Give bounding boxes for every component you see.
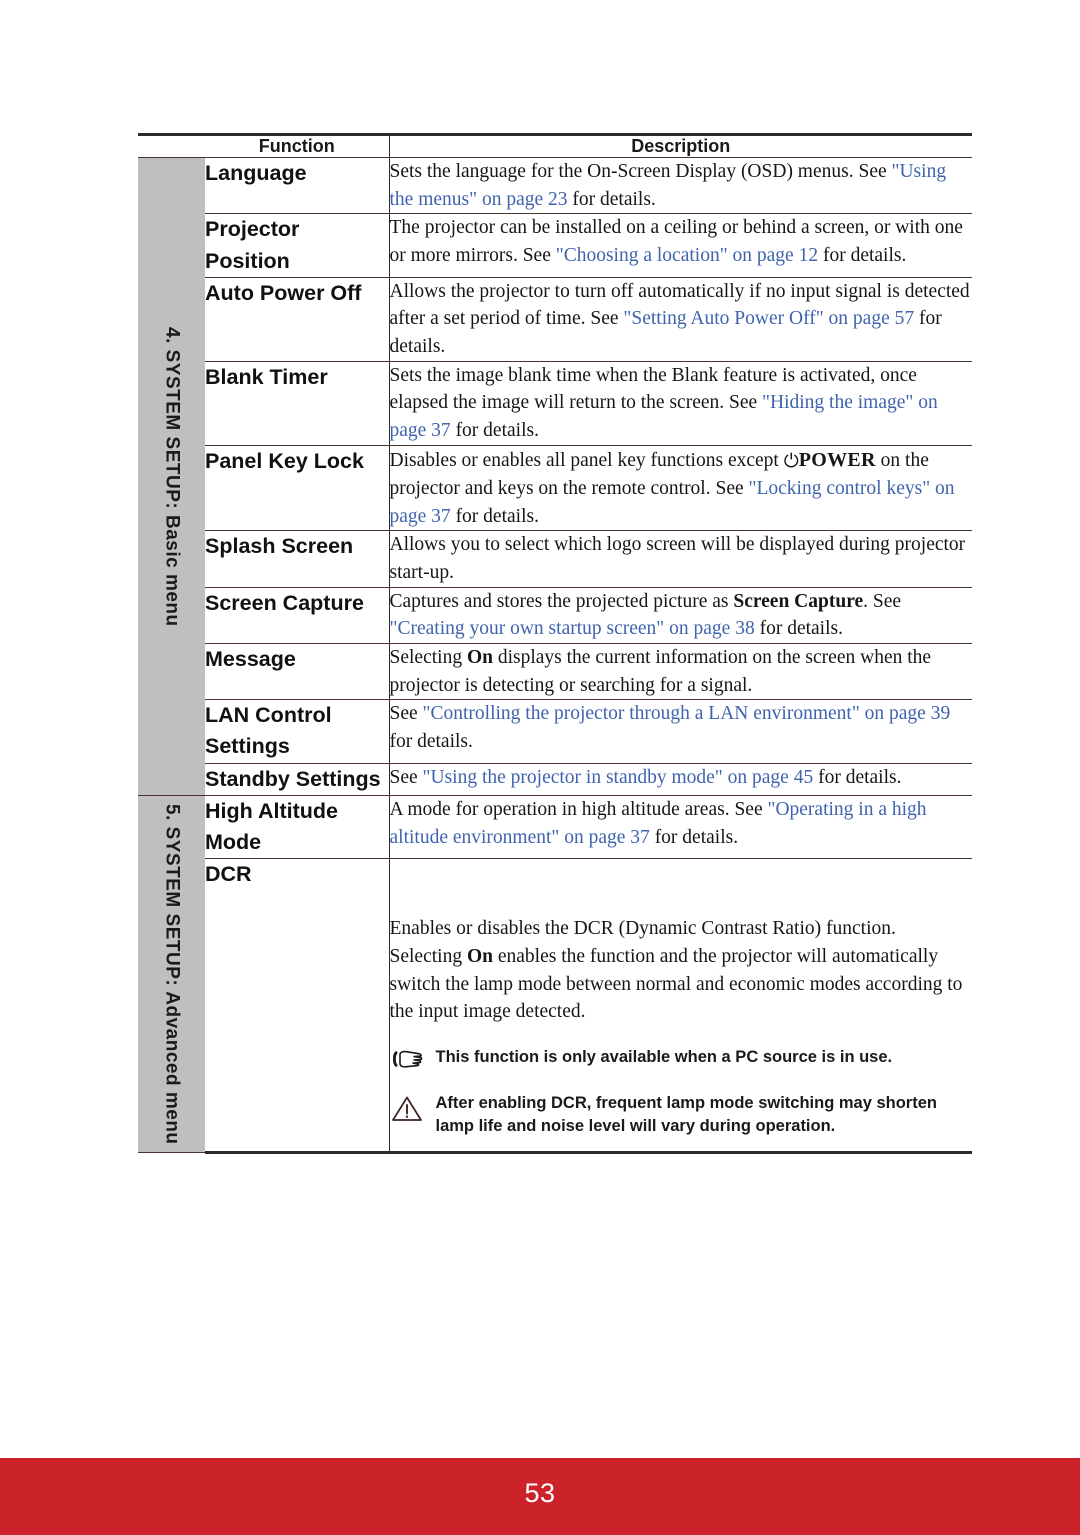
header-tab-spacer xyxy=(138,133,205,158)
dcr-notes: This function is only available when a P… xyxy=(390,1046,973,1139)
section-tab-advanced-menu: 5. SYSTEM SETUP: Advanced menu xyxy=(138,795,205,1154)
pointing-hand-icon xyxy=(390,1046,436,1079)
table-row: LAN Control Settings See "Controlling th… xyxy=(138,699,972,764)
function-description-table: Function Description 4. SYSTEM SETUP: Ba… xyxy=(138,133,973,1155)
document-page: Function Description 4. SYSTEM SETUP: Ba… xyxy=(0,0,1080,1535)
function-description-dcr: Enables or disables the DCR (Dynamic Con… xyxy=(389,858,973,1155)
function-description: Allows the projector to turn off automat… xyxy=(389,277,972,362)
table-header-row: Function Description xyxy=(138,133,972,158)
table-row: Screen Capture Captures and stores the p… xyxy=(138,587,972,644)
function-name: Language xyxy=(205,157,390,215)
table-row: DCR Enables or disables the DCR (Dynamic… xyxy=(138,858,973,1155)
dcr-body-text: Enables or disables the DCR (Dynamic Con… xyxy=(389,918,963,1023)
note-text: This function is only available when a P… xyxy=(435,1047,893,1066)
function-name: Panel Key Lock xyxy=(205,445,390,532)
section-tab-label: 4. SYSTEM SETUP: Basic menu xyxy=(161,326,183,627)
function-description: The projector can be installed on a ceil… xyxy=(389,213,972,278)
table-row: Standby Settings See "Using the projecto… xyxy=(138,763,972,796)
table-row: 5. SYSTEM SETUP: Advanced menu High Alti… xyxy=(138,795,972,1154)
section-tab-label: 5. SYSTEM SETUP: Advanced menu xyxy=(161,803,183,1145)
function-description: Captures and stores the projected pictur… xyxy=(389,587,972,644)
note-item: After enabling DCR, frequent lamp mode s… xyxy=(390,1092,973,1139)
column-header-function: Function xyxy=(205,133,390,158)
function-name: Blank Timer xyxy=(205,361,390,446)
function-description: See "Using the projector in standby mode… xyxy=(389,763,972,796)
function-name: Auto Power Off xyxy=(205,277,390,362)
table-row: 4. SYSTEM SETUP: Basic menu Language Set… xyxy=(138,157,972,796)
function-description: Selecting On displays the current inform… xyxy=(389,643,972,701)
function-description: See "Controlling the projector through a… xyxy=(389,699,972,764)
function-name: High Altitude Mode xyxy=(205,795,390,860)
function-name: Message xyxy=(205,643,390,701)
function-description: A mode for operation in high altitude ar… xyxy=(389,795,972,860)
warning-triangle-icon xyxy=(390,1092,436,1133)
function-description: Sets the image blank time when the Blank… xyxy=(389,361,972,446)
table-row: Projector Position The projector can be … xyxy=(138,213,972,278)
function-description: Sets the language for the On-Screen Disp… xyxy=(389,157,972,215)
function-name: Screen Capture xyxy=(205,587,390,644)
function-description: Disables or enables all panel key functi… xyxy=(389,445,972,532)
section-tab-basic-menu: 4. SYSTEM SETUP: Basic menu xyxy=(138,157,205,796)
function-name: DCR xyxy=(205,858,390,1155)
function-name: Projector Position xyxy=(205,213,390,278)
table-row: Blank Timer Sets the image blank time wh… xyxy=(138,361,972,446)
table-row: Splash Screen Allows you to select which… xyxy=(138,530,972,588)
note-text: After enabling DCR, frequent lamp mode s… xyxy=(435,1093,937,1136)
function-name: LAN Control Settings xyxy=(205,699,390,764)
table-row: Message Selecting On displays the curren… xyxy=(138,643,972,701)
table-row: Panel Key Lock Disables or enables all p… xyxy=(138,445,972,532)
function-name: Standby Settings xyxy=(205,763,390,796)
table-row: Auto Power Off Allows the projector to t… xyxy=(138,277,972,362)
function-name: Splash Screen xyxy=(205,530,390,588)
column-header-description: Description xyxy=(389,133,972,158)
note-item: This function is only available when a P… xyxy=(390,1046,973,1079)
function-description: Allows you to select which logo screen w… xyxy=(389,530,972,588)
page-number: 53 xyxy=(524,1478,556,1508)
